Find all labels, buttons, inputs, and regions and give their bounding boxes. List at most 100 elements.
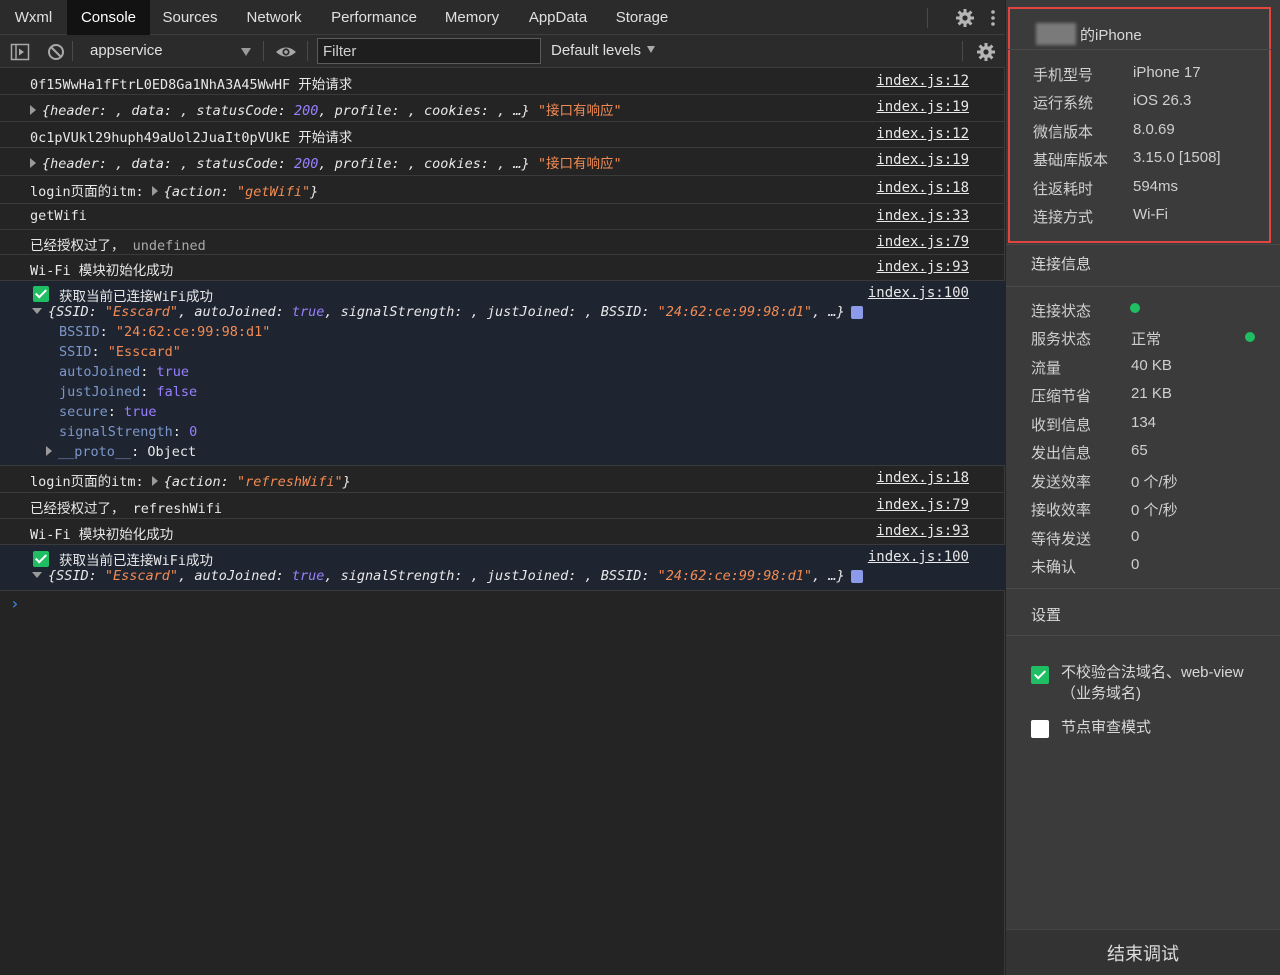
expand-arrow-icon[interactable] xyxy=(151,476,158,486)
expand-arrow-icon[interactable] xyxy=(30,105,36,115)
clear-console-icon[interactable] xyxy=(46,42,66,62)
connection-status-dot-icon xyxy=(1130,303,1140,313)
log-object[interactable]: {SSID: "Esscard", autoJoined: true, sign… xyxy=(32,568,863,584)
node-inspect-label[interactable]: 节点审查模式 xyxy=(1061,717,1151,738)
object-property: SSID: "Esscard" xyxy=(59,344,181,360)
object-key: {action: xyxy=(163,184,237,200)
info-value: iPhone 17 xyxy=(1133,64,1201,81)
property-key: autoJoined xyxy=(59,364,141,380)
log-text: 已经授权过了， xyxy=(30,238,133,254)
divider xyxy=(1006,286,1280,287)
divider xyxy=(1006,588,1280,589)
source-link[interactable]: index.js:100 xyxy=(868,549,969,565)
source-link[interactable]: index.js:93 xyxy=(876,259,969,275)
source-link[interactable]: index.js:100 xyxy=(868,285,969,301)
info-value: 8.0.69 xyxy=(1133,121,1175,138)
node-inspect-checkbox[interactable] xyxy=(1031,720,1049,738)
tabbar-divider xyxy=(927,8,928,28)
connection-value: 0 个/秒 xyxy=(1131,502,1178,519)
eye-icon[interactable] xyxy=(275,42,297,62)
object-property: BSSID: "24:62:ce:99:98:d1" xyxy=(59,324,271,340)
tab-network[interactable]: Network xyxy=(230,0,318,35)
source-link[interactable]: index.js:79 xyxy=(876,497,969,513)
tab-storage[interactable]: Storage xyxy=(602,0,682,35)
connection-value: 0 个/秒 xyxy=(1131,474,1178,491)
connection-label: 连接状态 xyxy=(1031,303,1092,320)
log-object[interactable]: {action: "getWifi"} xyxy=(164,184,318,200)
object-preview: {SSID: xyxy=(48,304,105,320)
skip-domain-check-label[interactable]: 不校验合法域名、web-view（业务域名) xyxy=(1061,662,1256,704)
expand-arrow-icon[interactable] xyxy=(46,446,52,456)
expand-arrow-icon[interactable] xyxy=(30,158,36,168)
info-value: 594ms xyxy=(1133,178,1179,195)
success-check-icon xyxy=(33,286,49,302)
log-message: 0c1pVUkl29huph49aUol2JuaIt0pVUkE 开始请求 xyxy=(30,130,353,146)
source-link[interactable]: index.js:18 xyxy=(876,470,969,486)
settings-section-title: 设置 xyxy=(1031,607,1062,624)
sidebar-toggle-icon[interactable] xyxy=(10,42,30,62)
log-row-info: 获取当前已连接WiFi成功 index.js:100 {SSID: "Essca… xyxy=(0,545,1005,591)
source-link[interactable]: index.js:33 xyxy=(876,208,969,224)
info-label: 运行系统 xyxy=(1033,95,1094,112)
source-link[interactable]: index.js:12 xyxy=(876,126,969,142)
connection-value: 21 KB xyxy=(1131,385,1172,402)
info-badge-icon[interactable] xyxy=(850,305,863,319)
console-settings-gear-icon[interactable] xyxy=(976,42,996,62)
tab-wxml[interactable]: Wxml xyxy=(0,0,67,35)
log-message: 0f15WwHa1fFtrL0ED8Ga1NhA3A45WwHF 开始请求 xyxy=(30,77,353,93)
log-object[interactable]: {header: , data: , statusCode: 200, prof… xyxy=(30,152,622,172)
filter-input[interactable] xyxy=(317,38,541,64)
collapse-arrow-icon[interactable] xyxy=(32,572,42,578)
info-value: Wi-Fi xyxy=(1133,206,1168,223)
tab-performance[interactable]: Performance xyxy=(318,0,430,35)
status-code-value: 200 xyxy=(293,103,319,119)
property-key: __proto__ xyxy=(58,444,132,460)
tab-console[interactable]: Console xyxy=(67,0,150,35)
log-string: "接口有响应" xyxy=(537,103,622,119)
skip-domain-check-checkbox[interactable] xyxy=(1031,666,1049,684)
property-value: 0 xyxy=(189,424,198,440)
settings-gear-icon[interactable] xyxy=(955,8,975,28)
source-link[interactable]: index.js:19 xyxy=(876,99,969,115)
log-levels-select[interactable]: Default levels xyxy=(551,39,656,63)
more-options-icon[interactable] xyxy=(989,8,997,28)
source-link[interactable]: index.js:93 xyxy=(876,523,969,539)
source-link[interactable]: index.js:19 xyxy=(876,152,969,168)
dropdown-arrow-icon xyxy=(647,45,656,53)
object-proto[interactable]: __proto__: Object xyxy=(46,444,196,460)
connection-value: 0 xyxy=(1131,556,1140,573)
success-check-icon xyxy=(33,551,49,567)
remote-debug-panel: 的iPhone 手机型号 iPhone 17 运行系统 iOS 26.3 微信版… xyxy=(1006,0,1280,975)
log-row: Wi-Fi 模块初始化成功 index.js:93 xyxy=(0,519,1005,545)
log-label: login页面的itm: xyxy=(30,474,152,490)
tab-appdata[interactable]: AppData xyxy=(514,0,602,35)
expand-arrow-icon[interactable] xyxy=(151,186,158,196)
object-preview: , signalStrength: , justJoined: , BSSID: xyxy=(324,304,658,320)
log-object[interactable]: {action: "refreshWifi"} xyxy=(164,474,351,490)
object-preview: {header: , data: , statusCode: xyxy=(42,103,294,119)
info-value: 3.15.0 [1508] xyxy=(1133,149,1221,166)
context-select[interactable]: appservice xyxy=(82,39,257,63)
info-label: 手机型号 xyxy=(1033,67,1094,84)
source-link[interactable]: index.js:18 xyxy=(876,180,969,196)
log-object[interactable]: {header: , data: , statusCode: 200, prof… xyxy=(30,99,622,119)
object-string-value: "24:62:ce:99:98:d1" xyxy=(657,304,813,320)
log-row: 0f15WwHa1fFtrL0ED8Ga1NhA3A45WwHF 开始请求 in… xyxy=(0,69,1005,95)
tab-sources[interactable]: Sources xyxy=(150,0,230,35)
object-preview: , …} xyxy=(812,304,845,320)
tab-memory[interactable]: Memory xyxy=(430,0,514,35)
property-value: "Esscard" xyxy=(107,344,181,360)
source-link[interactable]: index.js:12 xyxy=(876,73,969,89)
source-link[interactable]: index.js:79 xyxy=(876,234,969,250)
console-prompt-icon[interactable]: › xyxy=(10,594,20,613)
log-message: getWifi xyxy=(30,208,87,224)
log-message: 已经授权过了， refreshWifi xyxy=(30,501,223,517)
info-badge-icon[interactable] xyxy=(850,569,863,583)
info-value: iOS 26.3 xyxy=(1133,92,1192,109)
collapse-arrow-icon[interactable] xyxy=(32,308,42,314)
divider xyxy=(1006,635,1280,636)
connection-value: 正常 xyxy=(1131,331,1162,348)
log-object[interactable]: {SSID: "Esscard", autoJoined: true, sign… xyxy=(32,304,863,320)
log-levels-label: Default levels xyxy=(551,42,642,59)
end-debug-button[interactable]: 结束调试 xyxy=(1006,929,1280,975)
